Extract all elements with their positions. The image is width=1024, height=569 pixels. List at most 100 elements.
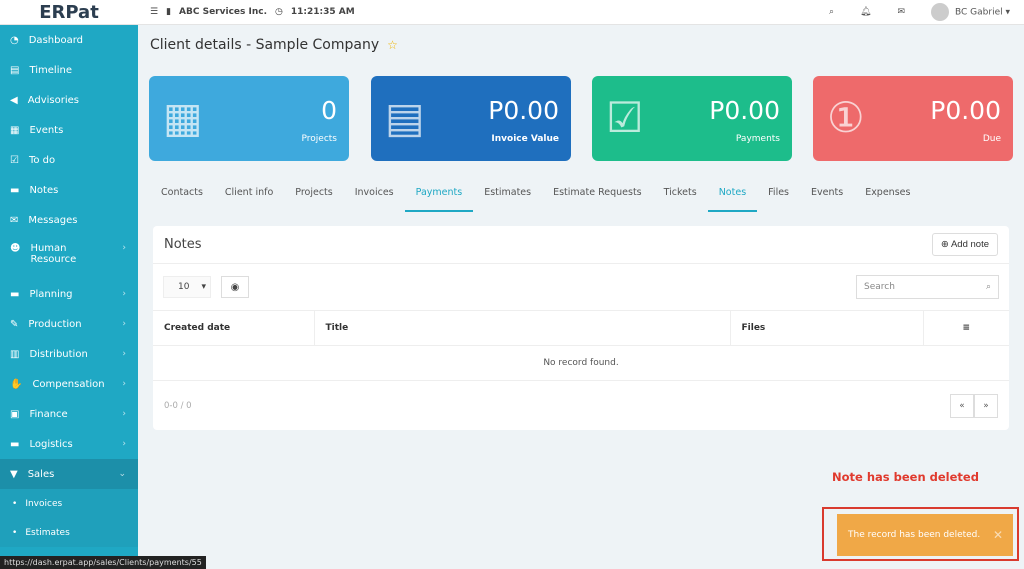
chevron-right-icon: › xyxy=(122,409,126,419)
tab-contacts[interactable]: Contacts xyxy=(150,185,214,212)
sidebar-item-distribution[interactable]: ▥ Distribution › xyxy=(0,339,138,369)
chevron-right-icon: › xyxy=(122,379,126,389)
star-icon[interactable]: ☆ xyxy=(387,38,398,52)
tab-estimates[interactable]: Estimates xyxy=(473,185,542,212)
sidebar-item-sales[interactable]: ▼ Sales ⌄ xyxy=(0,459,138,489)
column-menu[interactable]: ≡ xyxy=(923,310,1009,346)
notes-table: Created date Title Files ≡ No record fou… xyxy=(153,310,1009,381)
user-menu[interactable]: BC Gabriel ▾ xyxy=(931,3,1010,21)
stat-value: 0 xyxy=(321,96,337,125)
tab-invoices[interactable]: Invoices xyxy=(344,185,405,212)
chevron-right-icon: › xyxy=(122,319,126,329)
megaphone-icon: ◀ xyxy=(10,94,18,106)
sidebar-subitem-invoices[interactable]: • Invoices xyxy=(0,489,138,518)
grid-icon: ▦ xyxy=(163,93,203,142)
page-size-select[interactable]: 10 ▾ xyxy=(163,276,211,298)
production-icon: ✎ xyxy=(10,318,19,330)
check-icon: ☑ xyxy=(606,93,644,142)
tab-client-info[interactable]: Client info xyxy=(214,185,284,212)
tab-expenses[interactable]: Expenses xyxy=(854,185,921,212)
caret-icon: ▾ xyxy=(201,282,206,292)
sidebar-item-production[interactable]: ✎ Production › xyxy=(0,309,138,339)
sidebar-item-finance[interactable]: ▣ Finance › xyxy=(0,399,138,429)
stat-card-payments[interactable]: ☑ P0.00 Payments xyxy=(592,76,792,161)
column-visibility-button[interactable]: ◉ xyxy=(221,276,249,298)
sidebar-item-label: Sales xyxy=(27,468,55,480)
page-title: Client details - Sample Company ☆ xyxy=(150,37,398,53)
sidebar-item-advisories[interactable]: ◀ Advisories xyxy=(0,85,138,115)
close-icon[interactable]: ✕ xyxy=(993,528,1003,542)
chevron-down-icon: ⌄ xyxy=(118,469,126,479)
bank-icon: ▥ xyxy=(10,348,20,360)
tab-files[interactable]: Files xyxy=(757,185,800,212)
prev-page-button[interactable]: « xyxy=(950,394,974,418)
money-icon: ▣ xyxy=(10,408,20,420)
tab-estimate-requests[interactable]: Estimate Requests xyxy=(542,185,653,212)
stat-card-invoice-value[interactable]: ▤ P0.00 Invoice Value xyxy=(371,76,571,161)
stat-value: P0.00 xyxy=(488,96,559,125)
sidebar-item-label: To do xyxy=(28,154,56,166)
tab-payments[interactable]: Payments xyxy=(404,185,474,212)
user-name: BC Gabriel xyxy=(955,7,1003,18)
stat-label: Invoice Value xyxy=(491,134,559,144)
empty-message: No record found. xyxy=(153,345,1009,381)
sidebar-item-compensation[interactable]: ✋ Compensation › xyxy=(0,369,138,399)
sidebar-item-label: Finance xyxy=(29,408,68,420)
bell-icon[interactable]: 🔔︎ xyxy=(860,7,871,17)
menu-toggle-icon[interactable]: ☰ xyxy=(150,7,158,17)
note-icon: ▬ xyxy=(10,184,20,196)
cart-icon: ▼ xyxy=(10,468,18,480)
plus-circle-icon: ⊕ xyxy=(940,239,949,250)
sidebar-item-logistics[interactable]: ▬ Logistics › xyxy=(0,429,138,459)
add-note-label: Add note xyxy=(950,239,989,250)
sidebar-item-timeline[interactable]: ▤ Timeline xyxy=(0,55,138,85)
page-size-value: 10 xyxy=(178,282,190,292)
sidebar-item-label: Compensation xyxy=(32,378,105,390)
sidebar-item-label: Human Resource xyxy=(30,243,77,265)
list-icon: ≡ xyxy=(962,323,971,333)
banknote-icon: ① xyxy=(827,93,865,142)
tab-projects[interactable]: Projects xyxy=(284,185,343,212)
stat-card-projects[interactable]: ▦ 0 Projects xyxy=(149,76,349,161)
topbar: ERPat ☰ ▮ ABC Services Inc. ◷ 11:21:35 AM … xyxy=(0,0,1024,25)
chevron-right-icon: › xyxy=(122,289,126,299)
sidebar-item-notes[interactable]: ▬ Notes xyxy=(0,175,138,205)
stat-card-due[interactable]: ① P0.00 Due xyxy=(813,76,1013,161)
logo[interactable]: ERPat xyxy=(0,0,138,25)
stat-label: Due xyxy=(982,134,1001,144)
tab-tickets[interactable]: Tickets xyxy=(653,185,708,212)
column-header[interactable]: Created date xyxy=(153,310,315,346)
logo-text: ERPat xyxy=(39,1,99,23)
sidebar-item-planning[interactable]: ▬ Planning › xyxy=(0,279,138,309)
search-input[interactable]: Search ⌕ xyxy=(856,275,999,299)
dashboard-icon: ◔ xyxy=(10,34,19,46)
sidebar: ◔ Dashboard ▤ Timeline ◀ Advisories ▦ Events ☑ To… xyxy=(0,25,206,569)
truck-icon: ▬ xyxy=(10,438,20,450)
next-page-button[interactable]: » xyxy=(974,394,998,418)
add-note-button[interactable]: ⊕ Add note xyxy=(931,233,998,256)
search-icon[interactable]: ⌕ xyxy=(829,7,834,17)
tab-notes[interactable]: Notes xyxy=(707,185,758,212)
handshake-icon: ✋ xyxy=(10,378,23,390)
record-range: 0-0 / 0 xyxy=(164,401,192,411)
timeline-icon: ▤ xyxy=(10,64,20,76)
sidebar-item-label: Messages xyxy=(28,214,78,226)
sidebar-item-events[interactable]: ▦ Events xyxy=(0,115,138,145)
stat-label: Projects xyxy=(301,134,337,144)
sidebar-subitem-estimates[interactable]: • Estimates xyxy=(0,518,138,547)
sidebar-item-label: Timeline xyxy=(29,64,72,76)
envelope-icon[interactable]: ✉ xyxy=(897,7,905,17)
tab-events[interactable]: Events xyxy=(800,185,854,212)
sidebar-item-to-do[interactable]: ☑ To do xyxy=(0,145,138,175)
sidebar-item-messages[interactable]: ✉ Messages xyxy=(0,205,138,235)
calendar-icon: ▦ xyxy=(10,124,20,136)
envelope-icon: ✉ xyxy=(10,214,19,226)
sidebar-item-human-resource[interactable]: ☻ Human Resource › xyxy=(0,235,138,279)
column-header[interactable]: Files xyxy=(730,310,924,346)
column-header[interactable]: Title xyxy=(314,310,731,346)
stat-value: P0.00 xyxy=(709,96,780,125)
sidebar-item-label: Notes xyxy=(29,184,59,196)
avatar xyxy=(931,3,949,21)
sidebar-item-dashboard[interactable]: ◔ Dashboard xyxy=(0,25,138,55)
sidebar-item-label: Production xyxy=(28,318,82,330)
